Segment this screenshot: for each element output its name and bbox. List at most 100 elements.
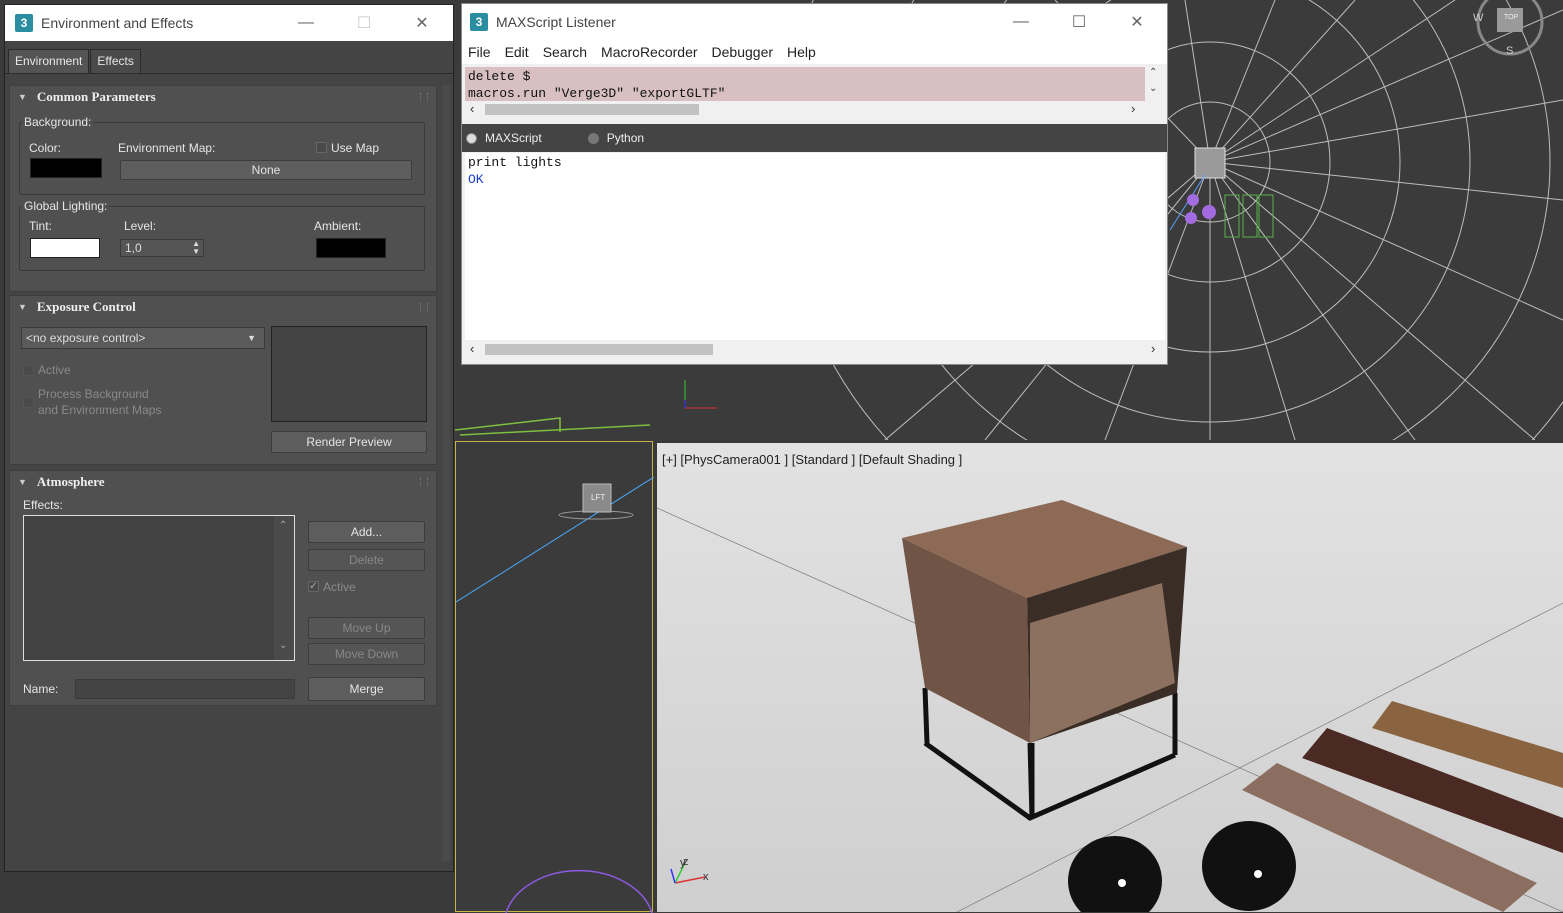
process-background-line2: and Environment Maps bbox=[38, 403, 162, 417]
menu-debugger[interactable]: Debugger bbox=[712, 44, 774, 60]
axis-z-label: z bbox=[683, 856, 689, 868]
effect-name-field[interactable] bbox=[75, 679, 295, 699]
menu-file[interactable]: File bbox=[468, 44, 491, 60]
macro-hscroll[interactable]: ‹ › bbox=[465, 101, 1145, 118]
output-line: print lights bbox=[468, 155, 562, 170]
close-button[interactable]: ✕ bbox=[399, 5, 445, 41]
tab-environment[interactable]: Environment bbox=[8, 49, 90, 73]
add-effect-button[interactable]: Add... bbox=[308, 521, 425, 543]
minimize-button[interactable]: — bbox=[998, 4, 1044, 40]
output-result: OK bbox=[468, 172, 484, 187]
axis-x-label: x bbox=[703, 871, 709, 883]
scroll-up-icon[interactable]: ⌃ bbox=[279, 520, 287, 531]
grip-icon[interactable] bbox=[420, 303, 428, 311]
scroll-up-icon[interactable]: ⌃ bbox=[1149, 67, 1157, 78]
app-icon: 3 bbox=[15, 14, 33, 32]
spinner-arrows-icon[interactable]: ▲ ▼ bbox=[192, 240, 200, 256]
color-label: Color: bbox=[29, 141, 62, 155]
effects-listbox[interactable]: ⌃ ⌄ bbox=[23, 515, 295, 661]
process-background-checkbox[interactable] bbox=[23, 397, 34, 408]
tab-effects[interactable]: Effects bbox=[90, 49, 141, 73]
delete-effect-button[interactable]: Delete bbox=[308, 549, 425, 571]
tint-color-swatch[interactable] bbox=[30, 238, 100, 258]
collapse-icon: ▼ bbox=[18, 92, 27, 102]
scroll-down-icon[interactable]: ⌄ bbox=[1149, 83, 1157, 94]
compass-west: W bbox=[1473, 12, 1484, 24]
language-selector: MAXScript Python bbox=[462, 124, 1167, 152]
scroll-down-icon[interactable]: ⌄ bbox=[279, 640, 287, 651]
output-hscroll[interactable]: ‹ › bbox=[465, 341, 1165, 358]
listener-title: MAXScript Listener bbox=[496, 14, 616, 30]
grip-icon[interactable] bbox=[420, 93, 428, 101]
exposure-dropdown[interactable]: <no exposure control> ▼ bbox=[21, 327, 265, 349]
global-lighting-label: Global Lighting: bbox=[22, 199, 110, 213]
level-spinner[interactable]: 1,0 ▲ ▼ bbox=[120, 239, 204, 257]
background-label: Background: bbox=[22, 115, 94, 129]
effects-scrollbar[interactable]: ⌃ ⌄ bbox=[274, 516, 294, 660]
viewport-camera[interactable]: [+] [PhysCamera001 ] [Standard ] [Defaul… bbox=[657, 443, 1563, 912]
tint-label: Tint: bbox=[29, 219, 52, 233]
close-button[interactable]: ✕ bbox=[1114, 4, 1160, 40]
scroll-thumb[interactable] bbox=[485, 104, 699, 115]
chevron-down-icon: ▼ bbox=[247, 333, 256, 343]
environment-map-button[interactable]: None bbox=[120, 160, 412, 180]
macro-line: delete $ bbox=[468, 69, 531, 84]
background-color-swatch[interactable] bbox=[30, 158, 102, 178]
atmosphere-active-checkbox[interactable]: ✓ bbox=[308, 581, 319, 592]
merge-button[interactable]: Merge bbox=[308, 677, 425, 701]
common-parameters-title: Common Parameters bbox=[36, 89, 156, 104]
radio-python[interactable] bbox=[587, 132, 599, 144]
scroll-thumb[interactable] bbox=[485, 344, 713, 355]
atmosphere-title: Atmosphere bbox=[36, 474, 105, 489]
viewcube-left-label[interactable]: LFT bbox=[591, 493, 605, 502]
python-radio-label: Python bbox=[606, 131, 645, 145]
scene-render bbox=[657, 500, 1563, 912]
exposure-active-checkbox[interactable] bbox=[23, 365, 34, 376]
use-map-checkbox[interactable] bbox=[316, 142, 327, 153]
maximize-button[interactable]: ☐ bbox=[1056, 4, 1102, 40]
menu-help[interactable]: Help bbox=[787, 44, 816, 60]
level-label: Level: bbox=[124, 219, 157, 233]
viewport-left[interactable]: LFT bbox=[455, 441, 654, 913]
macro-recorder-pane[interactable]: delete $ macros.run "Verge3D" "exportGLT… bbox=[465, 67, 1145, 101]
maxscript-listener-window[interactable]: 3 MAXScript Listener — ☐ ✕ File Edit Sea… bbox=[461, 3, 1168, 365]
move-up-button[interactable]: Move Up bbox=[308, 617, 425, 639]
maxscript-radio-label: MAXScript bbox=[485, 131, 542, 145]
menu-search[interactable]: Search bbox=[543, 44, 587, 60]
env-titlebar[interactable]: 3 Environment and Effects — ☐ ✕ bbox=[5, 5, 453, 41]
common-parameters-header[interactable]: ▼ Common Parameters bbox=[10, 86, 436, 108]
menu-edit[interactable]: Edit bbox=[505, 44, 529, 60]
scroll-left-icon[interactable]: ‹ bbox=[470, 341, 474, 356]
scroll-right-icon[interactable]: › bbox=[1151, 341, 1155, 356]
listener-titlebar[interactable]: 3 MAXScript Listener — ☐ ✕ bbox=[462, 4, 1167, 40]
listener-menubar: File Edit Search MacroRecorder Debugger … bbox=[462, 40, 1167, 64]
exposure-control-header[interactable]: ▼ Exposure Control bbox=[10, 296, 436, 318]
compass-south: S bbox=[1506, 45, 1514, 57]
menu-macrorecorder[interactable]: MacroRecorder bbox=[601, 44, 697, 60]
macro-vscroll[interactable]: ⌃ ⌄ bbox=[1145, 67, 1163, 101]
atmosphere-header[interactable]: ▼ Atmosphere bbox=[10, 471, 436, 493]
radio-maxscript[interactable] bbox=[466, 132, 477, 144]
scroll-right-icon[interactable]: › bbox=[1131, 101, 1135, 116]
ambient-color-swatch[interactable] bbox=[316, 238, 386, 258]
exposure-preview-box bbox=[271, 326, 427, 422]
exposure-control-title: Exposure Control bbox=[36, 299, 136, 314]
viewcube-top-label[interactable]: TOP bbox=[1504, 14, 1518, 21]
env-map-label: Environment Map: bbox=[118, 141, 216, 155]
listener-output-pane[interactable]: print lights OK bbox=[465, 153, 1165, 340]
level-value: 1,0 bbox=[125, 241, 142, 255]
collapse-icon: ▼ bbox=[18, 477, 27, 487]
scroll-left-icon[interactable]: ‹ bbox=[470, 101, 474, 116]
render-preview-button[interactable]: Render Preview bbox=[271, 431, 427, 453]
macro-line: macros.run "Verge3D" "exportGLTF" bbox=[468, 86, 726, 101]
collapse-icon: ▼ bbox=[18, 302, 27, 312]
maximize-button[interactable]: ☐ bbox=[341, 5, 387, 41]
environment-effects-window[interactable]: 3 Environment and Effects — ☐ ✕ Environm… bbox=[4, 4, 454, 872]
ambient-label: Ambient: bbox=[314, 219, 362, 233]
grip-icon[interactable] bbox=[420, 478, 428, 486]
common-parameters-rollout: ▼ Common Parameters Background: Color: En… bbox=[9, 85, 437, 292]
minimize-button[interactable]: — bbox=[283, 5, 329, 41]
env-panel-scrollbar[interactable] bbox=[442, 85, 450, 861]
app-icon: 3 bbox=[470, 13, 488, 31]
move-down-button[interactable]: Move Down bbox=[308, 643, 425, 665]
